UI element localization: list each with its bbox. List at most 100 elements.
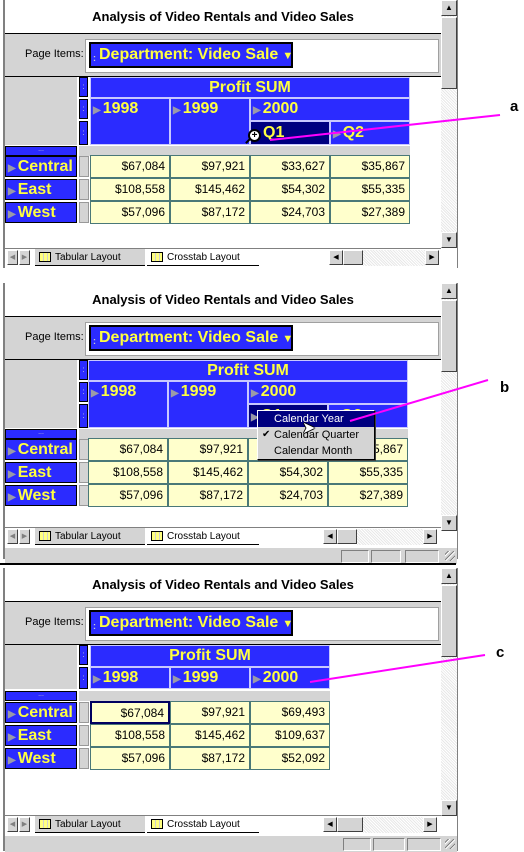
- expand-icon[interactable]: ▶: [8, 446, 16, 457]
- dropdown-arrow-icon[interactable]: ▼: [282, 618, 293, 630]
- data-cell[interactable]: $55,335: [328, 461, 408, 484]
- data-cell[interactable]: $108,558: [90, 724, 170, 747]
- data-cell[interactable]: $87,172: [170, 747, 250, 770]
- expand-icon[interactable]: ▶: [8, 186, 16, 197]
- row-header-east[interactable]: ▶ East: [5, 462, 77, 483]
- data-cell-selected[interactable]: $67,084: [90, 701, 170, 724]
- horizontal-scrollbar[interactable]: [357, 529, 423, 545]
- row-handle[interactable]: ...: [5, 691, 77, 701]
- scroll-up-button[interactable]: ▲: [441, 283, 457, 299]
- data-cell[interactable]: $27,389: [328, 484, 408, 507]
- data-cell[interactable]: $54,302: [248, 461, 328, 484]
- expand-icon[interactable]: ▶: [8, 209, 16, 220]
- data-cell[interactable]: $87,172: [168, 484, 248, 507]
- data-cell[interactable]: $108,558: [90, 178, 170, 201]
- expand-icon[interactable]: ▶: [8, 469, 16, 480]
- data-cell[interactable]: $27,389: [330, 201, 410, 224]
- row-header-west[interactable]: ▶ West: [5, 202, 77, 223]
- data-cell[interactable]: $55,335: [330, 178, 410, 201]
- row-header-west[interactable]: ▶ West: [5, 485, 77, 506]
- resize-grip-icon[interactable]: [445, 551, 455, 561]
- data-cell[interactable]: $145,462: [170, 724, 250, 747]
- drag-handle-icon[interactable]: :: [93, 615, 96, 637]
- hscroll-left-button[interactable]: ◀: [323, 817, 337, 832]
- menu-item-calendar-year[interactable]: Calendar Year: [258, 411, 374, 427]
- data-cell[interactable]: $57,096: [90, 747, 170, 770]
- expand-icon[interactable]: ▶: [251, 388, 259, 399]
- tab-prev-button[interactable]: ◀: [7, 529, 18, 544]
- data-cell[interactable]: $24,703: [248, 484, 328, 507]
- hscroll-left-button[interactable]: ◀: [323, 529, 337, 544]
- expand-icon[interactable]: ▶: [8, 755, 16, 766]
- row-header-east[interactable]: ▶ East: [5, 179, 77, 200]
- horizontal-scrollbar[interactable]: [363, 817, 423, 833]
- expand-icon[interactable]: ▶: [8, 732, 16, 743]
- expand-icon[interactable]: ▶: [253, 105, 261, 116]
- scroll-thumb[interactable]: [441, 585, 457, 657]
- expand-icon[interactable]: ▶: [8, 163, 16, 174]
- tab-tabular-layout[interactable]: Tabular Layout: [35, 816, 145, 833]
- tab-next-button[interactable]: ▶: [19, 817, 30, 832]
- data-cell[interactable]: $57,096: [90, 201, 170, 224]
- quarter-handle[interactable]: :: [79, 404, 88, 428]
- row-handle[interactable]: ...: [5, 146, 77, 156]
- year-header-1999[interactable]: ▶ 1999: [170, 98, 250, 145]
- department-dropdown[interactable]: : Department: Video Sale ▼: [89, 42, 293, 68]
- expand-icon[interactable]: ▶: [333, 129, 341, 140]
- expand-icon[interactable]: ▶: [173, 105, 181, 116]
- tab-tabular-layout[interactable]: Tabular Layout: [35, 249, 145, 266]
- data-cell[interactable]: $69,493: [250, 701, 330, 724]
- measure-header[interactable]: Profit SUM: [88, 360, 408, 381]
- tab-crosstab-layout[interactable]: Crosstab Layout: [147, 816, 259, 833]
- data-cell[interactable]: $54,302: [250, 178, 330, 201]
- scroll-down-button[interactable]: ▼: [441, 800, 457, 816]
- horizontal-scrollbar[interactable]: [363, 250, 425, 266]
- measure-handle[interactable]: :: [79, 77, 88, 97]
- expand-icon[interactable]: ▶: [91, 388, 99, 399]
- dropdown-arrow-icon[interactable]: ▼: [282, 333, 293, 345]
- row-header-central[interactable]: ▶ Central: [5, 156, 77, 177]
- dropdown-arrow-icon[interactable]: ▼: [282, 50, 293, 62]
- tab-next-button[interactable]: ▶: [19, 529, 30, 544]
- scroll-down-button[interactable]: ▼: [441, 515, 457, 531]
- tab-crosstab-layout[interactable]: Crosstab Layout: [147, 528, 259, 545]
- row-header-central[interactable]: ▶ Central: [5, 702, 77, 723]
- measure-header[interactable]: Profit SUM: [90, 645, 330, 667]
- year-header-1998[interactable]: ▶ 1998: [88, 381, 168, 428]
- data-cell[interactable]: $97,921: [170, 701, 250, 724]
- data-cell[interactable]: $109,637: [250, 724, 330, 747]
- year-header-1998[interactable]: ▶ 1998: [90, 667, 170, 689]
- hscroll-right-button[interactable]: ▶: [423, 817, 437, 832]
- quarter-handle[interactable]: :: [79, 121, 88, 145]
- data-cell[interactable]: $57,096: [88, 484, 168, 507]
- vertical-scrollbar[interactable]: ▲ ▼: [441, 0, 457, 248]
- tab-tabular-layout[interactable]: Tabular Layout: [35, 528, 145, 545]
- tab-next-button[interactable]: ▶: [19, 250, 30, 265]
- hscroll-thumb[interactable]: [343, 250, 363, 265]
- year-header-1998[interactable]: ▶ 1998: [90, 98, 170, 145]
- expand-icon[interactable]: ▶: [253, 674, 261, 685]
- data-cell[interactable]: $97,921: [168, 438, 248, 461]
- data-cell[interactable]: $87,172: [170, 201, 250, 224]
- department-dropdown[interactable]: : Department: Video Sale ▼: [89, 610, 293, 636]
- data-cell[interactable]: $67,084: [90, 155, 170, 178]
- quarter-header-q1[interactable]: Q1: [250, 121, 330, 145]
- data-cell[interactable]: $52,092: [250, 747, 330, 770]
- data-cell[interactable]: $145,462: [168, 461, 248, 484]
- row-header-central[interactable]: ▶ Central: [5, 439, 77, 460]
- hscroll-right-button[interactable]: ▶: [425, 250, 439, 265]
- year-header-1999[interactable]: ▶ 1999: [168, 381, 248, 428]
- row-header-west[interactable]: ▶ West: [5, 748, 77, 769]
- scroll-thumb[interactable]: [441, 17, 457, 89]
- data-cell[interactable]: $67,084: [88, 438, 168, 461]
- hscroll-right-button[interactable]: ▶: [423, 529, 437, 544]
- data-cell[interactable]: $145,462: [170, 178, 250, 201]
- data-cell[interactable]: $97,921: [170, 155, 250, 178]
- drag-handle-icon[interactable]: :: [93, 47, 96, 69]
- data-cell[interactable]: $108,558: [88, 461, 168, 484]
- scroll-thumb[interactable]: [441, 300, 457, 372]
- vertical-scrollbar[interactable]: ▲ ▼: [441, 283, 457, 531]
- tab-crosstab-layout[interactable]: Crosstab Layout: [147, 249, 259, 266]
- data-cell[interactable]: $24,703: [250, 201, 330, 224]
- menu-item-calendar-month[interactable]: Calendar Month: [258, 443, 374, 459]
